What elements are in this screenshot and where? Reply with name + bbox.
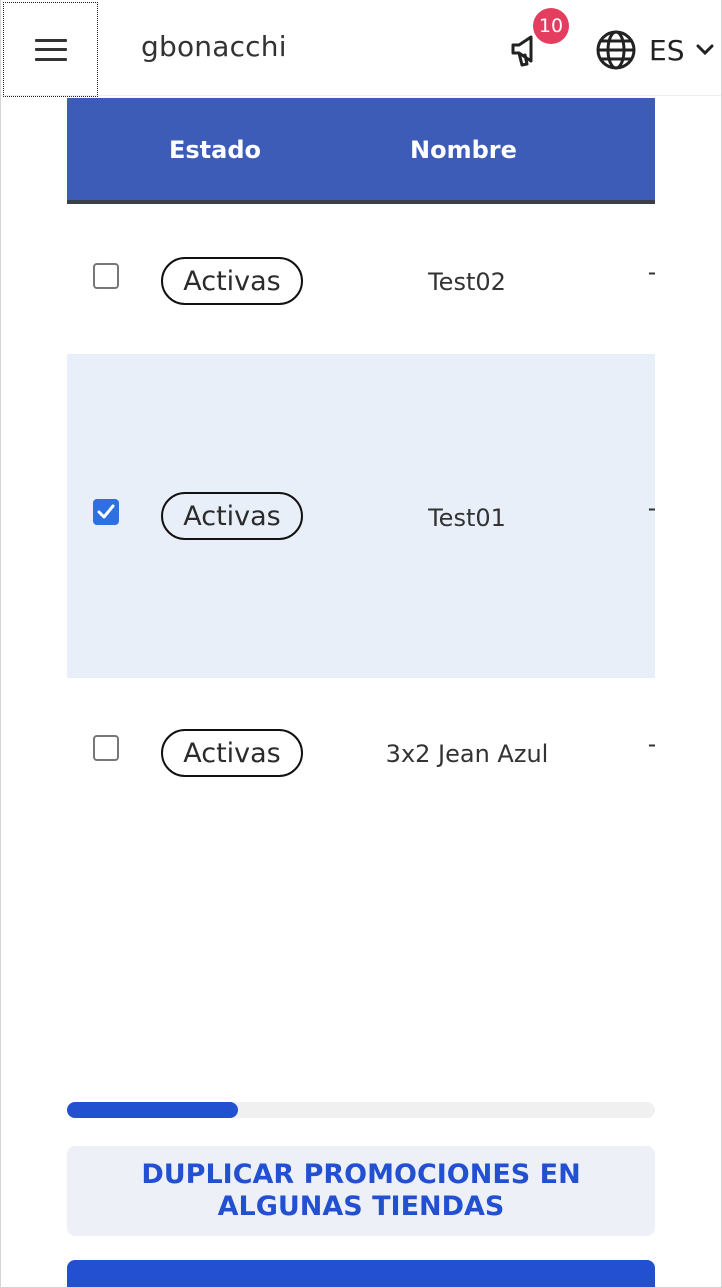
duplicate-promotions-button[interactable]: DUPLICAR PROMOCIONES EN ALGUNAS TIENDAS	[67, 1146, 655, 1236]
truncated-cell: T	[649, 504, 655, 532]
language-selector[interactable]: ES	[595, 28, 714, 72]
table-row-selected[interactable]: Activas Test01 T	[67, 354, 655, 678]
truncated-cell: T	[649, 268, 655, 296]
row-checkbox[interactable]	[93, 735, 119, 761]
promotion-name: Test01	[428, 504, 506, 532]
primary-action-button[interactable]	[67, 1260, 655, 1287]
notification-badge: 10	[533, 8, 569, 44]
table-row[interactable]: Activas Test02 T	[67, 204, 655, 354]
top-bar: gbonacchi 10 ES	[1, 0, 721, 97]
row-checkbox[interactable]	[93, 263, 119, 289]
menu-button[interactable]	[3, 2, 98, 97]
truncated-cell: T	[649, 740, 655, 768]
promotion-name: Test02	[428, 268, 506, 296]
status-badge: Activas	[161, 492, 303, 540]
promotion-name: 3x2 Jean Azul	[385, 740, 549, 768]
globe-icon	[596, 30, 636, 70]
username-label: gbonacchi	[141, 30, 287, 63]
row-checkbox-checked[interactable]	[93, 499, 119, 525]
app-frame: gbonacchi 10 ES Estado Nombre Activas Te…	[0, 0, 722, 1288]
column-header-nombre[interactable]: Nombre	[410, 136, 517, 164]
status-badge: Activas	[161, 257, 303, 305]
status-badge: Activas	[161, 729, 303, 777]
hamburger-icon	[34, 38, 67, 61]
chevron-down-icon	[696, 44, 714, 56]
promotions-table-continued: Activas 3x2 Jean Azul T	[67, 678, 655, 838]
promotions-table: Estado Nombre Activas Test02 T Activas T…	[67, 98, 655, 678]
horizontal-scrollbar[interactable]	[67, 1102, 655, 1118]
language-code: ES	[649, 33, 685, 67]
table-header: Estado Nombre	[67, 98, 655, 204]
column-header-estado[interactable]: Estado	[169, 136, 261, 164]
table-row[interactable]: Activas 3x2 Jean Azul T	[67, 678, 655, 838]
scrollbar-thumb[interactable]	[67, 1102, 238, 1118]
checkmark-icon	[97, 504, 115, 519]
notifications-button[interactable]: 10	[507, 8, 569, 72]
